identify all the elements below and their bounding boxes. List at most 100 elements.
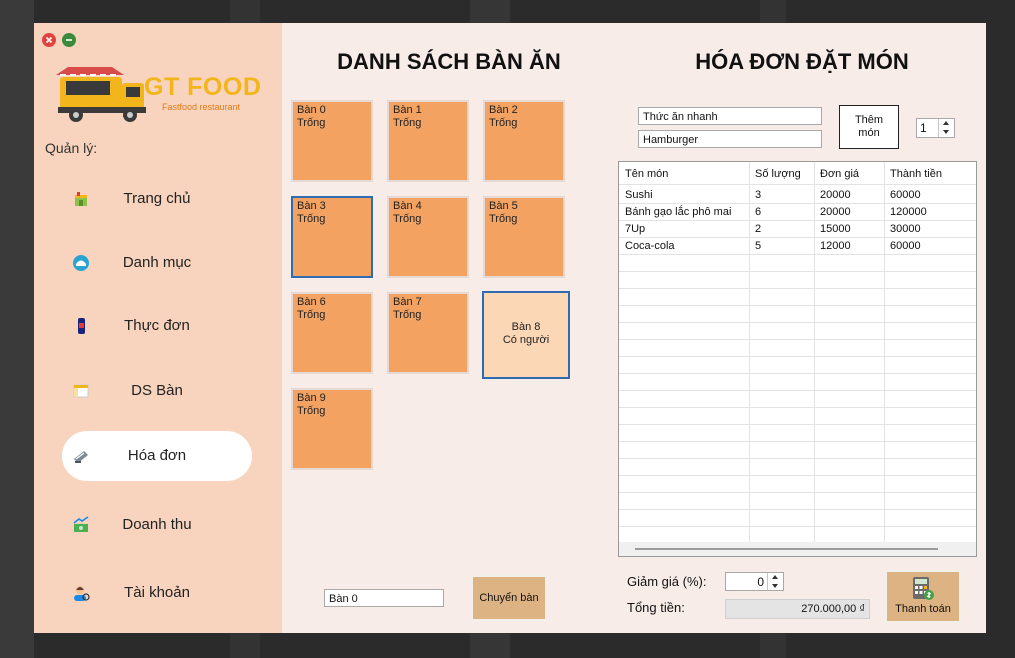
order-list[interactable]: Tên món Số lượng Đơn giá Thành tiền Sush… (618, 161, 977, 557)
nav-label: Tài khoản (124, 584, 190, 601)
tables-header: DANH SÁCH BÀN ĂN (286, 25, 612, 91)
nav-label: Doanh thu (122, 516, 192, 533)
table-status: Trống (297, 117, 326, 129)
discount-stepper[interactable]: 0 (725, 572, 784, 591)
cell-name: 7Up (625, 223, 646, 235)
cell-qty: 6 (755, 206, 762, 218)
logo-title: GT FOOD (144, 73, 262, 101)
table-tile-7[interactable]: Bàn 7 Trống (387, 292, 469, 374)
switch-table-button[interactable]: Chuyển bàn (471, 575, 547, 621)
table-tile-8[interactable]: Bàn 8 Có người (482, 291, 570, 379)
pay-button-label: Thanh toán (895, 603, 951, 615)
table-tile-9[interactable]: Bàn 9 Trống (291, 388, 373, 470)
table-tile-6[interactable]: Bàn 6 Trống (291, 292, 373, 374)
empty-row (619, 305, 976, 323)
column-header[interactable]: Đơn giá (820, 168, 859, 180)
nav-label: Trang chủ (123, 190, 191, 207)
discount-up-button[interactable] (768, 573, 783, 582)
column-header[interactable]: Tên món (625, 168, 668, 180)
nav-label: Hóa đơn (127, 447, 187, 464)
close-button[interactable] (42, 33, 56, 47)
order-header: HÓA ĐƠN ĐẶT MÓN (620, 25, 984, 91)
nav-label: DS Bàn (131, 382, 183, 399)
table-name: Bàn 5 (489, 200, 518, 212)
empty-row (619, 356, 976, 374)
empty-row (619, 475, 976, 493)
cell-price: 20000 (820, 206, 851, 218)
logo-subtitle: Fastfood restaurant (162, 102, 241, 112)
minimize-button[interactable] (62, 33, 76, 47)
quantity-down-button[interactable] (939, 128, 954, 137)
empty-row (619, 458, 976, 476)
category-select[interactable]: Thức ăn nhanh (638, 107, 822, 125)
sidebar: GT FOOD Fastfood restaurant Quản lý: Tra… (34, 23, 282, 633)
nav-item-ds-ban[interactable]: DS Bàn (62, 366, 252, 416)
nav-item-doanh-thu[interactable]: Doanh thu (62, 500, 252, 550)
table-status: Trống (297, 405, 326, 417)
empty-row (619, 424, 976, 442)
food-select[interactable]: Hamburger (638, 130, 822, 148)
list-header: Tên món Số lượng Đơn giá Thành tiền (619, 162, 976, 185)
table-tile-5[interactable]: Bàn 5 Trống (483, 196, 565, 278)
horizontal-scrollbar[interactable] (619, 542, 976, 556)
table-row[interactable]: Sushi 3 20000 60000 (619, 186, 976, 204)
empty-row (619, 509, 976, 527)
table-name: Bàn 3 (297, 200, 326, 212)
empty-row (619, 322, 976, 340)
cell-total: 60000 (890, 189, 921, 201)
nav-label: Danh mục (122, 254, 192, 271)
quantity-stepper[interactable]: 1 (916, 118, 955, 138)
column-header[interactable]: Số lượng (755, 168, 801, 180)
cell-qty: 5 (755, 240, 762, 252)
order-controls: Thức ăn nhanh Hamburger Thêm món 1 (620, 95, 984, 157)
nav-item-danh-muc[interactable]: Danh mục (62, 238, 252, 288)
table-row[interactable]: Bánh gạo lắc phô mai 6 20000 120000 (619, 203, 976, 221)
empty-row (619, 390, 976, 408)
cell-price: 15000 (820, 223, 851, 235)
table-tile-1[interactable]: Bàn 1 Trống (387, 100, 469, 182)
add-food-button[interactable]: Thêm món (839, 105, 899, 149)
table-status: Có người (502, 334, 550, 346)
calculator-icon (913, 577, 934, 600)
table-status: Trống (489, 117, 518, 129)
discount-spin-buttons (767, 573, 783, 590)
nav-item-thuc-don[interactable]: Thực đơn (62, 301, 252, 351)
table-status: Trống (297, 213, 326, 225)
tables-title: DANH SÁCH BÀN ĂN (337, 49, 561, 74)
nav-item-tai-khoan[interactable]: Tài khoản (62, 568, 252, 618)
table-row[interactable]: Coca-cola 5 12000 60000 (619, 237, 976, 255)
table-row[interactable]: 7Up 2 15000 30000 (619, 220, 976, 238)
table-tile-3[interactable]: Bàn 3 Trống (291, 196, 373, 278)
column-header[interactable]: Thành tiền (890, 168, 942, 180)
table-tile-4[interactable]: Bàn 4 Trống (387, 196, 469, 278)
empty-row (619, 254, 976, 272)
pay-button[interactable]: Thanh toán (885, 570, 961, 623)
table-name: Bàn 7 (393, 296, 422, 308)
table-status: Trống (489, 213, 518, 225)
table-tile-0[interactable]: Bàn 0 Trống (291, 100, 373, 182)
switch-table-select[interactable]: Bàn 0 (324, 589, 444, 607)
table-status: Trống (393, 117, 422, 129)
switch-table-bar: Bàn 0 Chuyển bàn (286, 559, 612, 633)
nav-item-hoa-don[interactable]: Hóa đơn (62, 431, 252, 481)
empty-row (619, 407, 976, 425)
section-label: Quản lý: (45, 140, 98, 156)
empty-row (619, 339, 976, 357)
table-name: Bàn 9 (297, 392, 326, 404)
cell-total: 30000 (890, 223, 921, 235)
order-title: HÓA ĐƠN ĐẶT MÓN (695, 49, 909, 74)
cell-qty: 2 (755, 223, 762, 235)
table-tile-2[interactable]: Bàn 2 Trống (483, 100, 565, 182)
total-label: Tổng tiền: (627, 600, 685, 615)
empty-row (619, 441, 976, 459)
nav-label: Thực đơn (124, 317, 190, 334)
close-icon (45, 36, 53, 44)
discount-down-button[interactable] (768, 582, 783, 591)
payment-bar: Giảm giá (%): 0 Tổng tiền: 270.000,00 ₫ … (620, 563, 984, 633)
quantity-up-button[interactable] (939, 119, 954, 128)
table-status: Trống (393, 309, 422, 321)
cell-price: 20000 (820, 189, 851, 201)
scrollbar-thumb[interactable] (635, 548, 938, 550)
table-status: Trống (297, 309, 326, 321)
nav-item-trang-chu[interactable]: Trang chủ (62, 174, 252, 224)
